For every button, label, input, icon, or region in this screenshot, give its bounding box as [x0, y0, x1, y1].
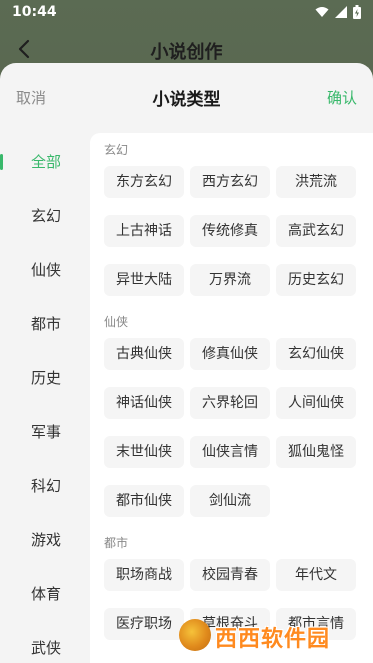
battery-icon	[353, 5, 361, 19]
tag-item[interactable]: 上古神话	[104, 215, 184, 247]
watermark-text: 西西软件园	[215, 627, 331, 652]
tag-item[interactable]: 仙侠言情	[190, 436, 270, 468]
section-label: 玄幻	[104, 143, 129, 157]
tag-item[interactable]: 校园青春	[190, 559, 270, 591]
category-item-dushi[interactable]: 都市	[0, 309, 90, 339]
category-item-wuxia[interactable]: 武侠	[0, 633, 90, 663]
status-icons	[315, 5, 361, 19]
novel-type-sheet: 取消 小说类型 确认 全部 玄幻 仙侠 都市 历史 军事 科幻 游戏 体育 武侠…	[0, 63, 373, 663]
tag-panel: 玄幻 东方玄幻 西方玄幻 洪荒流 上古神话 传统修真 高武玄幻 异世大陆 万界流…	[90, 133, 373, 663]
tag-item[interactable]: 狐仙鬼怪	[276, 436, 356, 468]
category-label: 玄幻	[31, 207, 62, 225]
category-item-lishi[interactable]: 历史	[0, 363, 90, 393]
category-label: 全部	[31, 153, 62, 171]
tag-item[interactable]: 东方玄幻	[104, 166, 184, 198]
tag-item[interactable]: 高武玄幻	[276, 215, 356, 247]
tag-item[interactable]: 传统修真	[190, 215, 270, 247]
status-time: 10:44	[12, 4, 57, 20]
tag-item[interactable]: 职场商战	[104, 559, 184, 591]
watermark: 西西软件园	[179, 615, 359, 655]
category-label: 科幻	[31, 477, 62, 495]
tag-item[interactable]: 玄幻仙侠	[276, 338, 356, 370]
category-label: 仙侠	[31, 261, 62, 279]
category-item-kehuan[interactable]: 科幻	[0, 471, 90, 501]
tag-item[interactable]: 洪荒流	[276, 166, 356, 198]
tag-item[interactable]: 神话仙侠	[104, 387, 184, 419]
section-label: 仙侠	[104, 315, 129, 329]
tag-item[interactable]: 医疗职场	[104, 608, 184, 640]
tag-item[interactable]: 剑仙流	[190, 485, 270, 517]
tag-item[interactable]: 修真仙侠	[190, 338, 270, 370]
watermark-logo-icon	[179, 619, 211, 651]
category-item-youxi[interactable]: 游戏	[0, 525, 90, 555]
tag-item[interactable]: 历史玄幻	[276, 264, 356, 296]
cancel-button[interactable]: 取消	[16, 87, 46, 108]
wifi-icon	[315, 6, 329, 18]
category-item-xuanhuan[interactable]: 玄幻	[0, 201, 90, 231]
confirm-button[interactable]: 确认	[327, 87, 357, 108]
tag-item[interactable]: 万界流	[190, 264, 270, 296]
category-list: 全部 玄幻 仙侠 都市 历史 军事 科幻 游戏 体育 武侠	[0, 133, 90, 663]
category-label: 武侠	[31, 639, 62, 657]
section-label: 都市	[104, 536, 129, 550]
category-label: 体育	[31, 585, 62, 603]
tag-item[interactable]: 西方玄幻	[190, 166, 270, 198]
sheet-header: 取消 小说类型 确认	[0, 63, 373, 129]
tag-item[interactable]: 末世仙侠	[104, 436, 184, 468]
category-item-all[interactable]: 全部	[0, 147, 90, 177]
sheet-title: 小说类型	[152, 90, 221, 110]
tag-item[interactable]: 异世大陆	[104, 264, 184, 296]
tag-item[interactable]: 人间仙侠	[276, 387, 356, 419]
tag-item[interactable]: 古典仙侠	[104, 338, 184, 370]
category-item-xianxia[interactable]: 仙侠	[0, 255, 90, 285]
status-bar: 10:44	[0, 0, 373, 28]
app-title: 小说创作	[150, 42, 223, 63]
category-label: 游戏	[31, 531, 62, 549]
active-indicator	[0, 154, 3, 170]
category-item-junshi[interactable]: 军事	[0, 417, 90, 447]
category-item-tiyu[interactable]: 体育	[0, 579, 90, 609]
tag-item[interactable]: 都市仙侠	[104, 485, 184, 517]
category-label: 历史	[31, 369, 62, 387]
category-label: 军事	[31, 423, 62, 441]
category-label: 都市	[31, 315, 62, 333]
signal-icon	[335, 6, 347, 18]
tag-item[interactable]: 六界轮回	[190, 387, 270, 419]
tag-item[interactable]: 年代文	[276, 559, 356, 591]
